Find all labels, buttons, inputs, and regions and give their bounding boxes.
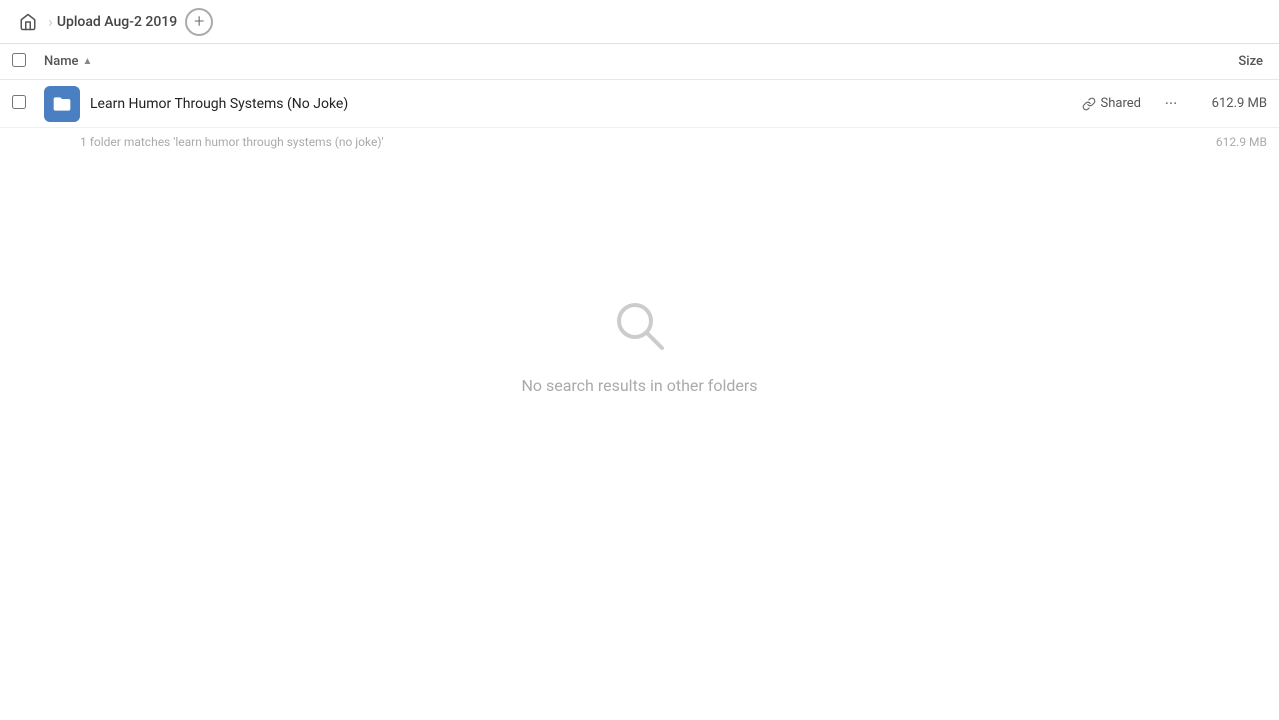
top-navigation: › Upload Aug-2 2019 +	[0, 0, 1279, 44]
empty-state: No search results in other folders	[0, 216, 1279, 455]
select-all-input[interactable]	[12, 53, 26, 67]
select-all-checkbox[interactable]	[12, 53, 44, 71]
sort-arrow-icon: ▲	[83, 56, 93, 67]
match-info-text: 1 folder matches 'learn humor through sy…	[80, 135, 1197, 149]
empty-state-message: No search results in other folders	[521, 376, 757, 395]
match-info-size: 612.9 MB	[1197, 135, 1267, 149]
shared-label: Shared	[1101, 96, 1141, 111]
size-column-header: Size	[1238, 54, 1267, 69]
match-info-row: 1 folder matches 'learn humor through sy…	[0, 128, 1279, 156]
folder-icon	[44, 86, 80, 122]
file-list: Learn Humor Through Systems (No Joke) Sh…	[0, 80, 1279, 156]
more-options-button[interactable]: ···	[1157, 90, 1185, 118]
column-headers: Name ▲ Size	[0, 44, 1279, 80]
row-checkbox-input[interactable]	[12, 95, 26, 109]
home-button[interactable]	[12, 6, 44, 38]
breadcrumb: Upload Aug-2 2019	[57, 14, 177, 30]
shared-badge: Shared	[1082, 96, 1141, 111]
table-row[interactable]: Learn Humor Through Systems (No Joke) Sh…	[0, 80, 1279, 128]
add-button[interactable]: +	[185, 8, 213, 36]
file-name: Learn Humor Through Systems (No Joke)	[90, 96, 1082, 112]
file-size: 612.9 MB	[1197, 96, 1267, 111]
empty-search-icon	[610, 296, 670, 360]
breadcrumb-item[interactable]: Upload Aug-2 2019	[57, 14, 177, 30]
more-dots-icon: ···	[1165, 94, 1178, 113]
row-checkbox[interactable]	[12, 95, 44, 113]
breadcrumb-separator: ›	[48, 12, 53, 31]
name-column-header[interactable]: Name ▲	[44, 54, 1238, 69]
link-icon	[1082, 97, 1096, 111]
